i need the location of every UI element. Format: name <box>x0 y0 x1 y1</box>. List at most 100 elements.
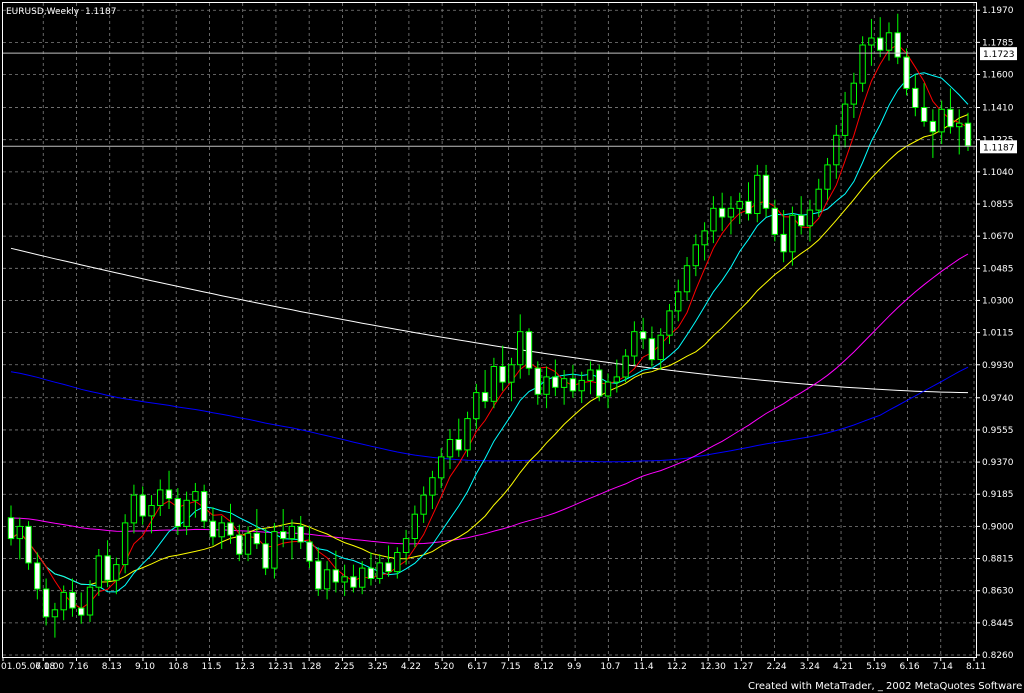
candle-up <box>60 591 67 611</box>
y-tick-label: 1.1600 <box>982 71 1014 81</box>
candle-up <box>86 586 94 616</box>
candle-up <box>622 355 629 378</box>
x-tick-label: 12.2 <box>667 662 687 672</box>
candle-up <box>683 265 691 293</box>
candle-down <box>174 498 182 527</box>
candle-up <box>885 32 893 51</box>
candle-down <box>947 108 954 128</box>
candle-up <box>157 489 164 506</box>
chart-background <box>0 0 1024 693</box>
candle-down <box>929 120 937 133</box>
candle-up <box>938 108 945 133</box>
candle-up <box>956 122 963 128</box>
candle-up <box>587 369 594 381</box>
candle-up <box>824 164 831 190</box>
candle-up <box>113 564 120 581</box>
candle-up <box>359 567 366 588</box>
candle-up <box>51 609 59 618</box>
candle-down <box>762 174 770 209</box>
x-tick-label: 7.15 <box>501 662 521 672</box>
candle-up <box>490 366 498 402</box>
candle-up <box>420 494 427 515</box>
candle-down <box>34 562 41 590</box>
x-tick-label: 2.24 <box>767 662 787 672</box>
candle-up <box>464 418 471 451</box>
candle-down <box>745 200 752 215</box>
candle-down <box>236 534 243 555</box>
candle-down <box>920 107 928 122</box>
candle-up <box>517 331 524 366</box>
y-tick-label: 1.0670 <box>982 232 1014 242</box>
candle-down <box>499 366 506 383</box>
candle-up <box>341 576 348 583</box>
candle-up <box>833 134 840 166</box>
candle-up <box>727 207 735 218</box>
x-tick-label: 7.16 <box>68 662 88 672</box>
x-tick-label: 8.12 <box>534 662 554 672</box>
candle-down <box>280 531 287 540</box>
x-tick-label: 9.9 <box>567 662 582 672</box>
y-tick-label: 0.8815 <box>982 555 1014 565</box>
candle-down <box>306 541 313 562</box>
last-price-title: 1.1187 <box>85 7 117 17</box>
candle-up <box>675 291 682 312</box>
x-tick-label: 11.4 <box>634 662 654 672</box>
candle-down <box>165 489 173 500</box>
candle-up <box>613 376 620 383</box>
candle-up <box>631 331 638 357</box>
candle-up <box>841 103 849 136</box>
y-tick-label: 1.0855 <box>982 200 1014 210</box>
x-tick-label: 6.17 <box>467 662 487 672</box>
y-tick-label: 1.1040 <box>982 168 1014 178</box>
candle-down <box>25 525 32 564</box>
x-tick-label: 7.14 <box>933 662 953 672</box>
price-axis: 1.19701.17851.16001.14101.12251.10401.08… <box>976 6 1014 661</box>
x-tick-label: 8.13 <box>102 662 122 672</box>
candle-up <box>868 37 875 46</box>
y-tick-label: 1.1410 <box>982 104 1014 114</box>
x-tick-label: 2.25 <box>334 662 354 672</box>
candle-up <box>323 569 331 590</box>
candle-up <box>288 525 296 540</box>
candle-down <box>209 520 217 538</box>
candle-down <box>964 122 972 147</box>
candle-down <box>639 331 647 340</box>
x-tick-label: 10.7 <box>600 662 620 672</box>
x-tick-label: 5.19 <box>866 662 886 672</box>
candle-down <box>253 532 261 545</box>
candle-up <box>692 244 699 267</box>
candle-down <box>297 525 304 543</box>
candle-up <box>376 562 383 580</box>
y-tick-label: 1.1785 <box>982 38 1014 48</box>
x-tick-label: 3.24 <box>800 662 820 672</box>
y-tick-label: 0.8630 <box>982 587 1014 597</box>
candle-down <box>912 87 919 109</box>
candle-up <box>394 552 401 573</box>
candle-down <box>455 439 462 451</box>
x-tick-label: 12.3 <box>235 662 255 672</box>
x-tick-label: 1.28 <box>301 662 321 672</box>
candle-down <box>877 37 884 51</box>
x-tick-label: 11.5 <box>201 662 221 672</box>
candle-down <box>569 378 577 392</box>
y-tick-label: 1.1970 <box>982 6 1014 16</box>
candle-down <box>798 214 805 227</box>
y-tick-label: 1.0115 <box>982 329 1014 339</box>
candle-down <box>78 607 85 616</box>
candle-down <box>903 56 910 89</box>
candle-up <box>543 376 550 395</box>
candle-down <box>262 543 269 569</box>
candle-up <box>411 513 419 540</box>
candle-up <box>271 531 278 569</box>
candle-down <box>200 491 208 522</box>
candle-up <box>130 494 138 524</box>
y-tick-label: 1.0485 <box>982 264 1014 274</box>
y-tick-label: 0.9185 <box>982 490 1014 500</box>
candle-down <box>534 367 541 395</box>
candle-up <box>121 522 129 566</box>
candle-up <box>446 439 454 458</box>
x-tick-label: 10.8 <box>168 662 188 672</box>
candle-down <box>139 494 146 517</box>
candle-up <box>815 188 822 211</box>
candle-down <box>481 392 489 402</box>
